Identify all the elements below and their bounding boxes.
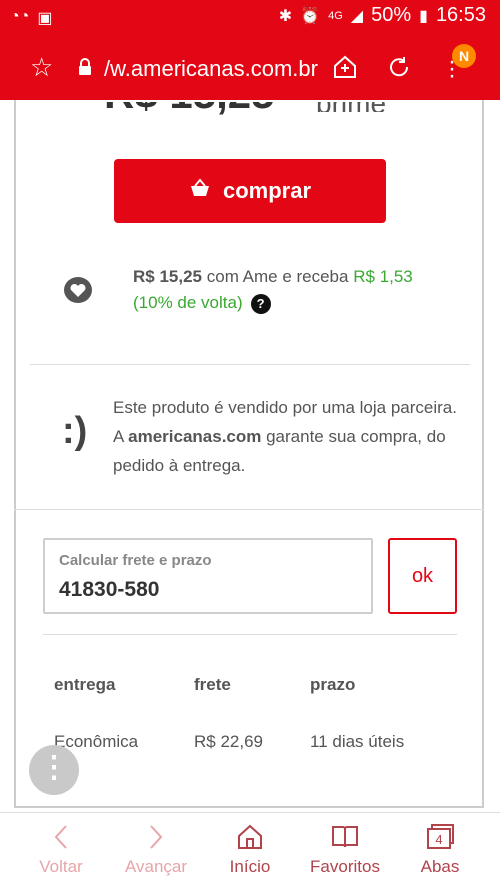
seller-guarantee-text: Este produto é vendido por uma loja parc… [113,398,457,475]
nav-favorites[interactable]: Favoritos [295,813,395,890]
buy-button-label: comprar [222,178,312,203]
header-frete: frete [194,675,231,694]
nav-back[interactable]: Voltar [11,813,111,890]
ame-price: R$ 15,25 [133,267,202,286]
notification-icon: ▣ [37,10,53,27]
bluetooth-icon: ✱ [278,7,293,25]
clock: 16:53 [435,4,486,26]
zipcode-value: 41830-580 [59,578,160,601]
nav-back-label: Voltar [39,857,83,876]
cell-prazo: 11 dias úteis [310,732,405,751]
home-icon [200,823,300,857]
ame-cashback-percent: (10% de volta) [133,293,243,312]
ame-cashback-text: R$ 15,25 com Ame e receba R$ 1,53 (10% d… [133,264,463,316]
alarm-icon: ⏰ [300,7,321,25]
lock-icon [78,58,92,76]
tab-count: 4 [435,832,442,847]
profile-avatar[interactable]: N [452,44,476,68]
bottom-nav: Voltar Avançar Início Favoritos 4 Abas [0,812,500,890]
ame-cashback-value: R$ 1,53 [353,267,413,286]
header-prazo: prazo [310,675,356,694]
prime-label: prime [290,102,386,112]
add-home-icon[interactable] [332,54,358,85]
battery-icon: ▮ [419,7,428,25]
ok-button[interactable]: ok [388,538,457,614]
network-type: 4G [328,9,343,22]
header-entrega: entrega [54,675,116,694]
browser-toolbar: ☆ /w.americanas.com.br · · · N [0,36,500,100]
more-vertical-icon: ⋮ [39,751,69,784]
ame-middle-text: com Ame e receba [206,267,349,286]
nav-forward-label: Avançar [124,857,188,876]
help-icon[interactable]: ? [250,294,271,314]
ame-heart-icon [64,277,92,303]
book-icon [295,823,395,857]
reload-icon[interactable] [386,54,412,85]
brand-name: americanas.com [128,427,262,446]
buy-button[interactable]: comprar [114,159,386,223]
product-price: R$ 15,25 [104,102,274,116]
zipcode-label: Calcular frete e prazo [59,552,212,569]
nav-home-label: Início [229,857,271,876]
nav-favorites-label: Favoritos [310,857,380,876]
nav-tabs[interactable]: 4 Abas [390,813,490,890]
zipcode-input[interactable]: Calcular frete e prazo 41830-580 [43,538,373,614]
chevron-right-icon [106,823,206,857]
chevron-left-icon [11,823,111,857]
bookmark-star-icon[interactable]: ☆ [30,52,53,83]
nav-tabs-label: Abas [420,857,460,876]
url-field[interactable]: /w.americanas.com.br [104,56,318,82]
smile-icon: :) [62,410,88,452]
divider [14,509,484,510]
tabs-icon: 4 [390,823,490,857]
battery-percent: 50% [371,4,412,26]
voicemail-icon: ◔◔ [10,8,30,25]
divider [30,364,470,365]
basket-icon [189,178,211,204]
signal-icon: ◢ [350,7,364,25]
divider [43,634,457,635]
cell-frete: R$ 22,69 [194,732,263,751]
more-options-fab[interactable]: ⋮ [29,745,79,795]
nav-forward[interactable]: Avançar [106,813,206,890]
status-bar: ◔◔ ▣ ✱ ⏰ 4G ◢ 50% ▮ 16:53 [0,0,500,36]
nav-home[interactable]: Início [200,813,300,890]
